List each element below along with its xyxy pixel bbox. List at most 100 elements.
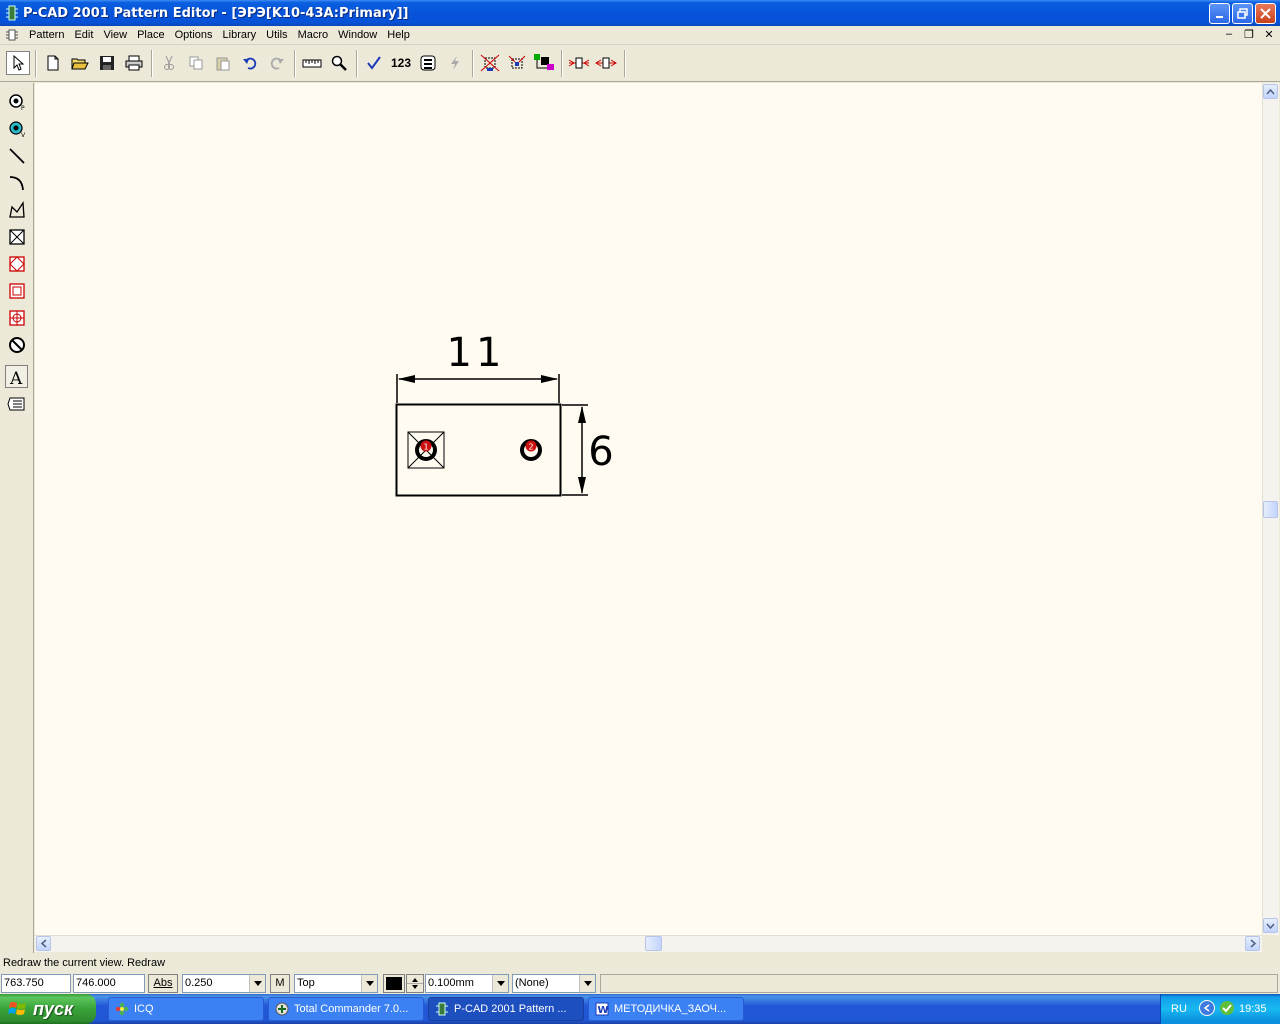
pattern-tool-b-button[interactable] <box>505 51 529 75</box>
taskbar-item-icq[interactable]: ICQ <box>108 997 264 1021</box>
copy-button[interactable] <box>184 51 208 75</box>
x-coordinate-field[interactable]: 763.750 <box>1 974 71 993</box>
restore-button[interactable] <box>1232 3 1253 24</box>
cutout-icon <box>8 282 25 299</box>
select-tool-button[interactable] <box>6 51 30 75</box>
undo-button[interactable] <box>238 51 262 75</box>
menu-window[interactable]: Window <box>333 29 382 41</box>
new-button[interactable] <box>41 51 65 75</box>
close-button[interactable] <box>1255 3 1276 24</box>
layer-dropdown-arrow[interactable] <box>361 975 377 992</box>
place-text-button[interactable]: A <box>5 365 28 388</box>
minimize-button[interactable] <box>1209 3 1230 24</box>
validate-button[interactable] <box>362 51 386 75</box>
clock[interactable]: 19:35 <box>1239 1003 1267 1015</box>
menu-edit[interactable]: Edit <box>69 29 98 41</box>
paste-button[interactable] <box>211 51 235 75</box>
place-line-button[interactable] <box>5 144 28 167</box>
vertical-scroll-thumb[interactable] <box>1263 501 1278 518</box>
abs-toggle-button[interactable]: Abs <box>148 974 178 993</box>
window-title: P-CAD 2001 Pattern Editor - [ЭРЭ[K10-43A… <box>23 5 409 21</box>
net-value: (None) <box>515 977 549 989</box>
redo-button[interactable] <box>265 51 289 75</box>
line-width-select[interactable]: 0.100mm <box>425 974 509 993</box>
keepout-box-icon <box>8 228 25 245</box>
mdi-restore-button[interactable]: ❐ <box>1242 28 1256 41</box>
language-indicator[interactable]: RU <box>1171 1003 1187 1015</box>
taskbar-item-label: Total Commander 7.0... <box>294 1003 409 1015</box>
line-width-value: 0.100mm <box>428 977 474 989</box>
security-shield-icon[interactable] <box>1219 1000 1235 1016</box>
horizontal-scroll-thumb[interactable] <box>645 936 662 951</box>
mdi-close-button[interactable]: ✕ <box>1262 28 1276 41</box>
place-keepout-zone-button[interactable] <box>5 333 28 356</box>
attribute-tag-icon <box>6 397 24 410</box>
component-button[interactable] <box>532 51 556 75</box>
taskbar-item-pcad[interactable]: P-CAD 2001 Pattern ... <box>428 997 584 1021</box>
place-attribute-button[interactable] <box>5 392 28 415</box>
taskbar-item-total-commander[interactable]: Total Commander 7.0... <box>268 997 424 1021</box>
layer-spinner[interactable] <box>406 974 424 993</box>
grid-select[interactable]: 0.250 <box>182 974 266 993</box>
scroll-right-button[interactable] <box>1245 936 1260 951</box>
scroll-up-button[interactable] <box>1263 84 1278 99</box>
menu-utils[interactable]: Utils <box>261 29 292 41</box>
place-copper-pour-button[interactable] <box>5 252 28 275</box>
menu-place[interactable]: Place <box>132 29 170 41</box>
place-pad-button[interactable]: P <box>5 90 28 113</box>
start-button[interactable]: пуск <box>0 994 96 1024</box>
place-via-button[interactable]: V <box>5 117 28 140</box>
status-empty-panel <box>600 974 1278 993</box>
icq-flower-icon <box>115 1002 129 1016</box>
open-button[interactable] <box>68 51 92 75</box>
pin-tool-a-button[interactable] <box>567 51 591 75</box>
open-folder-icon <box>71 58 89 70</box>
layer-select[interactable]: Top <box>294 974 378 993</box>
line-width-dropdown-arrow[interactable] <box>492 975 508 992</box>
print-button[interactable] <box>122 51 146 75</box>
zoom-button[interactable] <box>327 51 351 75</box>
svg-text:A: A <box>9 369 23 386</box>
generate-button[interactable] <box>443 51 467 75</box>
mdi-minimize-button[interactable]: – <box>1222 28 1236 41</box>
scroll-down-button[interactable] <box>1263 918 1278 933</box>
menu-options[interactable]: Options <box>170 29 218 41</box>
menu-pattern[interactable]: Pattern <box>24 29 69 41</box>
redo-icon <box>270 57 284 70</box>
measure-button[interactable] <box>300 51 324 75</box>
taskbar-item-word-document[interactable]: W МЕТОДИЧКА_ЗАОЧ... <box>588 997 744 1021</box>
pin-tool-b-button[interactable] <box>594 51 618 75</box>
layer-color-swatch[interactable] <box>383 974 405 993</box>
menu-macro[interactable]: Macro <box>293 29 334 41</box>
place-keepout-button[interactable] <box>5 225 28 248</box>
vertical-scrollbar[interactable] <box>1262 83 1279 935</box>
spinner-arrows-icon <box>407 978 423 989</box>
place-cutout-button[interactable] <box>5 279 28 302</box>
menu-help[interactable]: Help <box>382 29 415 41</box>
y-coordinate-field[interactable]: 746.000 <box>73 974 145 993</box>
pin-arrows-in-icon <box>568 57 590 69</box>
place-arc-button[interactable] <box>5 171 28 194</box>
save-button[interactable] <box>95 51 119 75</box>
menu-library[interactable]: Library <box>218 29 262 41</box>
ruler-icon <box>302 59 322 68</box>
document-icon[interactable] <box>6 29 18 41</box>
renumber-button[interactable]: 123 <box>389 51 413 75</box>
pad-style-button[interactable] <box>416 51 440 75</box>
pattern-tool-a-button[interactable] <box>478 51 502 75</box>
net-select[interactable]: (None) <box>512 974 596 993</box>
cut-button[interactable] <box>157 51 181 75</box>
place-polygon-button[interactable] <box>5 198 28 221</box>
grid-dropdown-arrow[interactable] <box>249 975 265 992</box>
menu-view[interactable]: View <box>98 29 132 41</box>
main-toolbar: 123 <box>0 46 1280 82</box>
title-bar[interactable]: P-CAD 2001 Pattern Editor - [ЭРЭ[K10-43A… <box>0 0 1280 26</box>
place-plane-button[interactable] <box>5 306 28 329</box>
width-dimension-text: 11 <box>447 330 506 376</box>
net-dropdown-arrow[interactable] <box>579 975 595 992</box>
scroll-left-button[interactable] <box>36 936 51 951</box>
pattern-canvas[interactable]: 11 6 1 2 <box>35 83 1262 935</box>
horizontal-scrollbar[interactable] <box>35 935 1262 952</box>
tray-expand-button[interactable] <box>1199 1000 1215 1016</box>
m-toggle-button[interactable]: M <box>270 974 290 993</box>
